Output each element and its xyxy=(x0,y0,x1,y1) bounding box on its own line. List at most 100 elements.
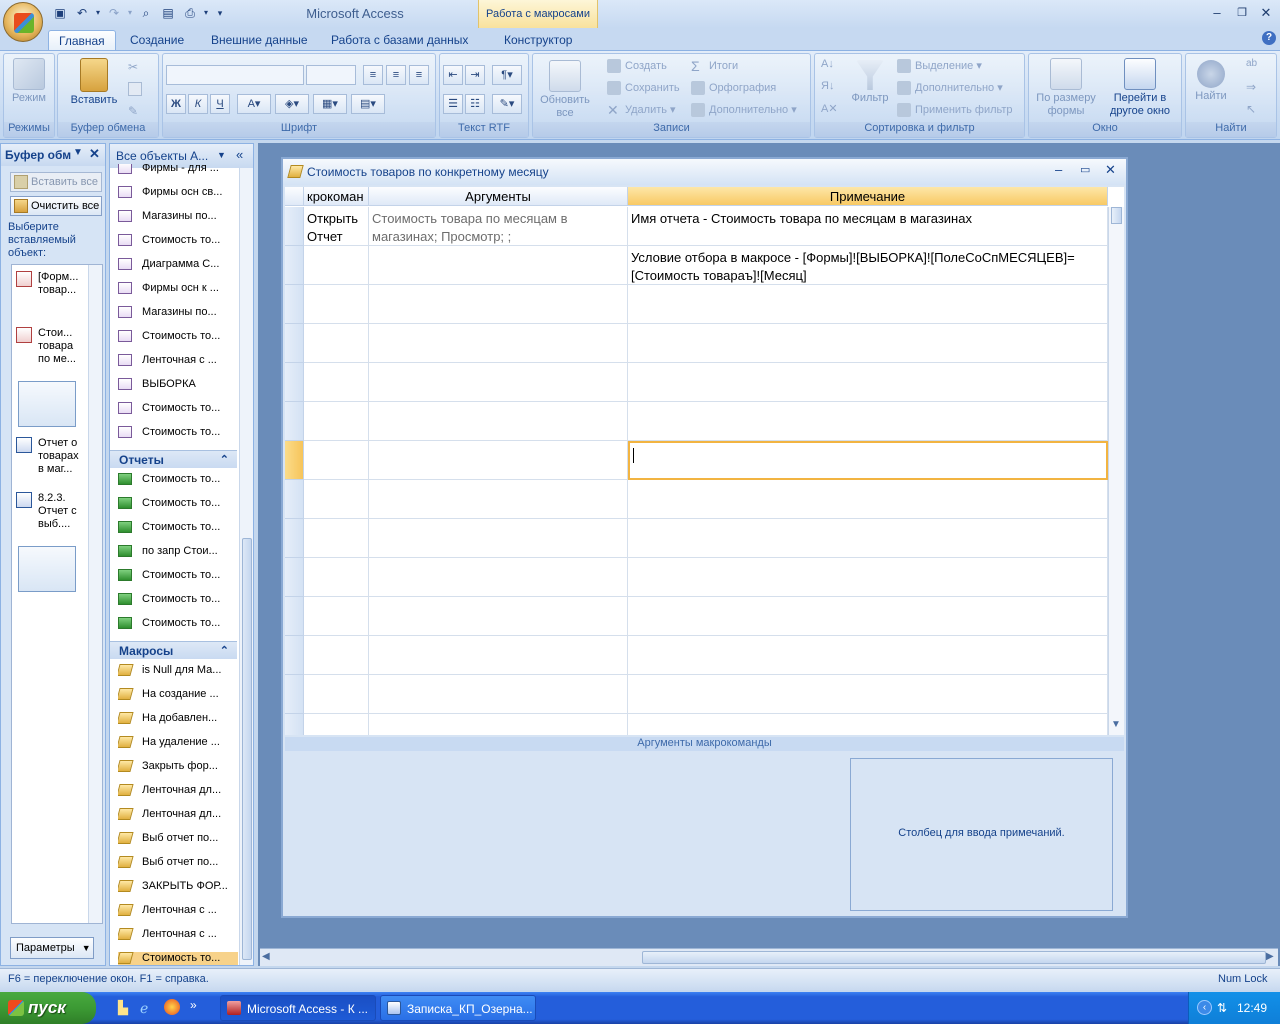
print-icon[interactable]: ⎙ xyxy=(182,5,198,21)
select-all-corner[interactable] xyxy=(285,187,304,206)
arguments-cell[interactable] xyxy=(369,246,628,285)
row-selector[interactable] xyxy=(285,246,304,285)
maximize-icon[interactable]: ▭ xyxy=(1080,163,1090,176)
nav-object-item[interactable]: Выб отчет по... xyxy=(118,832,238,852)
comment-cell[interactable] xyxy=(628,402,1108,441)
goto-icon[interactable]: ⇒ xyxy=(1246,80,1264,96)
nav-object-item[interactable]: Стоимость то... xyxy=(118,593,238,613)
pane-menu-icon[interactable]: ▼ xyxy=(73,147,83,158)
align-left-icon[interactable]: ≡ xyxy=(363,65,383,85)
nav-object-item[interactable]: Стоимость то... xyxy=(118,330,238,350)
totals-button[interactable]: Σ Итоги xyxy=(691,57,738,75)
scroll-left-icon[interactable]: ◀ xyxy=(262,951,270,962)
align-center-icon[interactable]: ≡ xyxy=(386,65,406,85)
restore-button[interactable]: ❐ xyxy=(1232,4,1252,22)
nav-object-item[interactable]: Стоимость то... xyxy=(118,617,238,637)
selection-button[interactable]: Выделение ▾ xyxy=(897,57,982,75)
redo-icon[interactable]: ↷ xyxy=(106,5,122,21)
arguments-cell[interactable] xyxy=(369,675,628,714)
save-icon[interactable]: ▣ xyxy=(52,5,68,21)
comment-cell[interactable] xyxy=(628,675,1108,714)
underline-button[interactable]: Ч xyxy=(210,94,230,114)
nav-object-item[interactable]: Стоимость то... xyxy=(118,234,238,254)
print-preview-icon[interactable]: ⌕ xyxy=(138,5,154,21)
row-selector[interactable] xyxy=(285,519,304,558)
office-button[interactable] xyxy=(3,2,43,42)
decrease-indent-icon[interactable]: ⇤ xyxy=(443,65,463,85)
media-player-icon[interactable] xyxy=(164,999,180,1015)
action-cell[interactable] xyxy=(304,402,369,441)
close-button[interactable]: ✕ xyxy=(1256,4,1276,22)
font-name-select[interactable] xyxy=(166,65,304,85)
comment-cell[interactable] xyxy=(628,519,1108,558)
ie-icon[interactable]: ℯ xyxy=(140,1000,156,1016)
cut-icon[interactable]: ✂ xyxy=(128,60,142,74)
fit-form-button[interactable]: По размеру формы xyxy=(1031,58,1101,118)
arguments-cell[interactable] xyxy=(369,636,628,675)
action-cell[interactable] xyxy=(304,519,369,558)
arguments-cell[interactable] xyxy=(369,558,628,597)
nav-object-item[interactable]: На добавлен... xyxy=(118,712,238,732)
action-cell[interactable] xyxy=(304,363,369,402)
comment-cell[interactable] xyxy=(628,597,1108,636)
gridlines-icon[interactable]: ▦▾ xyxy=(313,94,347,114)
collapse-section-icon[interactable]: ⌃ xyxy=(220,453,229,466)
spelling-button[interactable]: Орфография xyxy=(691,79,776,97)
action-cell[interactable]: Открыть Отчет xyxy=(304,207,369,246)
increase-indent-icon[interactable]: ⇥ xyxy=(465,65,485,85)
nav-object-item[interactable]: Диаграмма С... xyxy=(118,258,238,278)
action-cell[interactable] xyxy=(304,324,369,363)
pane-close-icon[interactable]: ✕ xyxy=(89,146,100,162)
arguments-cell[interactable] xyxy=(369,285,628,324)
replace-icon[interactable]: ab xyxy=(1246,58,1264,74)
arguments-cell[interactable] xyxy=(369,519,628,558)
nav-object-item[interactable]: Стоимость то... xyxy=(118,402,238,422)
alternate-fill-icon[interactable]: ▤▾ xyxy=(351,94,385,114)
nav-object-item[interactable]: На удаление ... xyxy=(118,736,238,756)
arguments-cell[interactable] xyxy=(369,441,628,480)
customize-qat-icon[interactable]: ▾ xyxy=(212,5,228,21)
tab-external-data[interactable]: Внешние данные xyxy=(201,30,318,51)
undo-dropdown-icon[interactable]: ▾ xyxy=(90,5,106,21)
align-right-icon[interactable]: ≡ xyxy=(409,65,429,85)
clipboard-image-thumbnail[interactable] xyxy=(18,546,76,592)
comment-cell[interactable] xyxy=(628,714,1108,735)
row-selector[interactable] xyxy=(285,558,304,597)
action-cell[interactable] xyxy=(304,441,369,480)
minimize-button[interactable]: – xyxy=(1207,4,1227,22)
tab-database-tools[interactable]: Работа с базами данных xyxy=(321,30,478,51)
paste-all-button[interactable]: Вставить все xyxy=(10,172,102,192)
nav-object-item[interactable]: ЗАКРЫТЬ ФОР... xyxy=(118,880,238,900)
nav-section-header[interactable]: Макросы ⌃ xyxy=(110,641,237,659)
row-selector[interactable] xyxy=(285,207,304,246)
start-button[interactable]: пуск xyxy=(0,992,96,1024)
nav-object-item[interactable]: Ленточная дл... xyxy=(118,784,238,804)
apply-filter-button[interactable]: Применить фильтр xyxy=(897,101,1013,119)
clipboard-image-thumbnail[interactable] xyxy=(18,381,76,427)
action-cell[interactable] xyxy=(304,636,369,675)
nav-object-item[interactable]: Стоимость то... xyxy=(118,426,238,446)
row-selector[interactable] xyxy=(285,480,304,519)
comment-cell[interactable] xyxy=(628,285,1108,324)
comment-cell[interactable] xyxy=(628,441,1108,480)
network-icon[interactable]: ⇅ xyxy=(1217,1001,1231,1015)
paste-button[interactable]: Вставить xyxy=(62,58,126,107)
paragraph-icon[interactable]: ¶▾ xyxy=(492,65,522,85)
highlight-icon[interactable]: ✎▾ xyxy=(492,94,522,114)
action-cell[interactable] xyxy=(304,597,369,636)
comment-cell[interactable] xyxy=(628,363,1108,402)
row-selector[interactable] xyxy=(285,363,304,402)
collapse-section-icon[interactable]: ⌃ xyxy=(220,644,229,657)
filter-button[interactable]: Фильтр xyxy=(845,60,895,105)
nav-object-item[interactable]: Стоимость то... xyxy=(118,497,238,517)
clipboard-params-button[interactable]: Параметры ▼ xyxy=(10,937,94,959)
nav-object-item[interactable]: по запр Стои... xyxy=(118,545,238,565)
nav-object-item[interactable]: Стоимость то... xyxy=(118,569,238,589)
nav-object-item[interactable]: Ленточная дл... xyxy=(118,808,238,828)
grid-vertical-scrollbar[interactable]: ▼ xyxy=(1108,207,1124,735)
nav-object-item[interactable]: Закрыть фор... xyxy=(118,760,238,780)
row-selector[interactable] xyxy=(285,675,304,714)
select-icon[interactable]: ↖ xyxy=(1246,102,1264,118)
redo-dropdown-icon[interactable]: ▾ xyxy=(122,5,138,21)
create-record-button[interactable]: Создать xyxy=(607,57,667,75)
